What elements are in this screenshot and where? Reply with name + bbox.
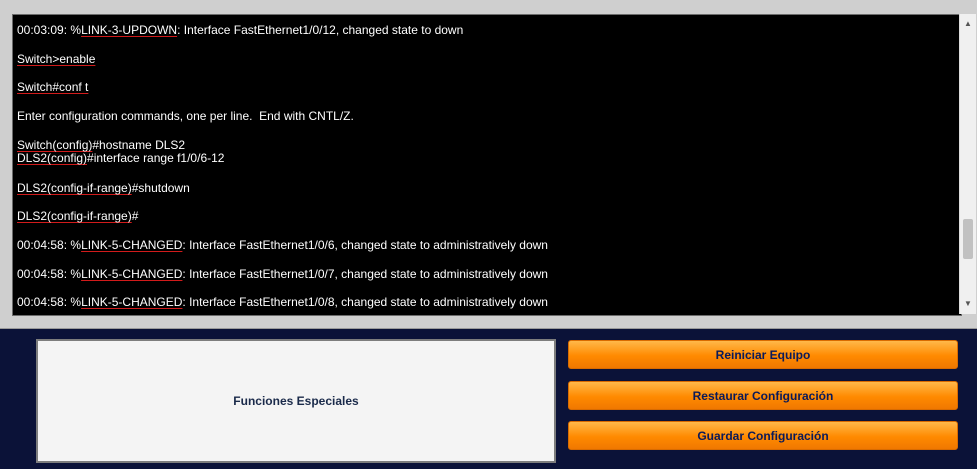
scroll-down-arrow-icon[interactable]: ▼ [960, 296, 976, 312]
special-functions-panel: Funciones Especiales [36, 339, 556, 463]
restore-config-button[interactable]: Restaurar Configuración [568, 381, 958, 410]
terminal-line: DLS2(config-if-range)#shutdown [17, 181, 190, 195]
terminal-line: 00:04:58: %LINK-5-CHANGED: Interface Fas… [17, 267, 548, 281]
terminal-line: 00:03:09: %LINK-3-UPDOWN: Interface Fast… [17, 23, 464, 37]
terminal-line: DLS2(config-if-range)# [17, 209, 139, 223]
terminal-line: 00:04:58: %LINK-5-CHANGED: Interface Fas… [17, 295, 548, 309]
restart-device-button[interactable]: Reiniciar Equipo [568, 340, 958, 369]
terminal-line: Enter configuration commands, one per li… [17, 109, 354, 123]
scrollbar-thumb[interactable] [963, 219, 973, 259]
terminal-line: Switch>enable [17, 52, 96, 66]
console-frame: 00:03:09: %LINK-3-UPDOWN: Interface Fast… [0, 0, 977, 329]
terminal-output[interactable]: 00:03:09: %LINK-3-UPDOWN: Interface Fast… [12, 14, 962, 316]
terminal-line: DLS2(config)#interface range f1/0/6-12 [17, 151, 225, 165]
terminal-line: 00:04:58: %LINK-5-CHANGED: Interface Fas… [17, 238, 548, 252]
special-functions-label: Funciones Especiales [233, 394, 359, 408]
save-config-button[interactable]: Guardar Configuración [568, 421, 958, 450]
terminal-line: Switch#conf t [17, 80, 89, 94]
scroll-up-arrow-icon[interactable]: ▲ [960, 16, 976, 32]
terminal-scrollbar[interactable]: ▲ ▼ [959, 14, 976, 314]
